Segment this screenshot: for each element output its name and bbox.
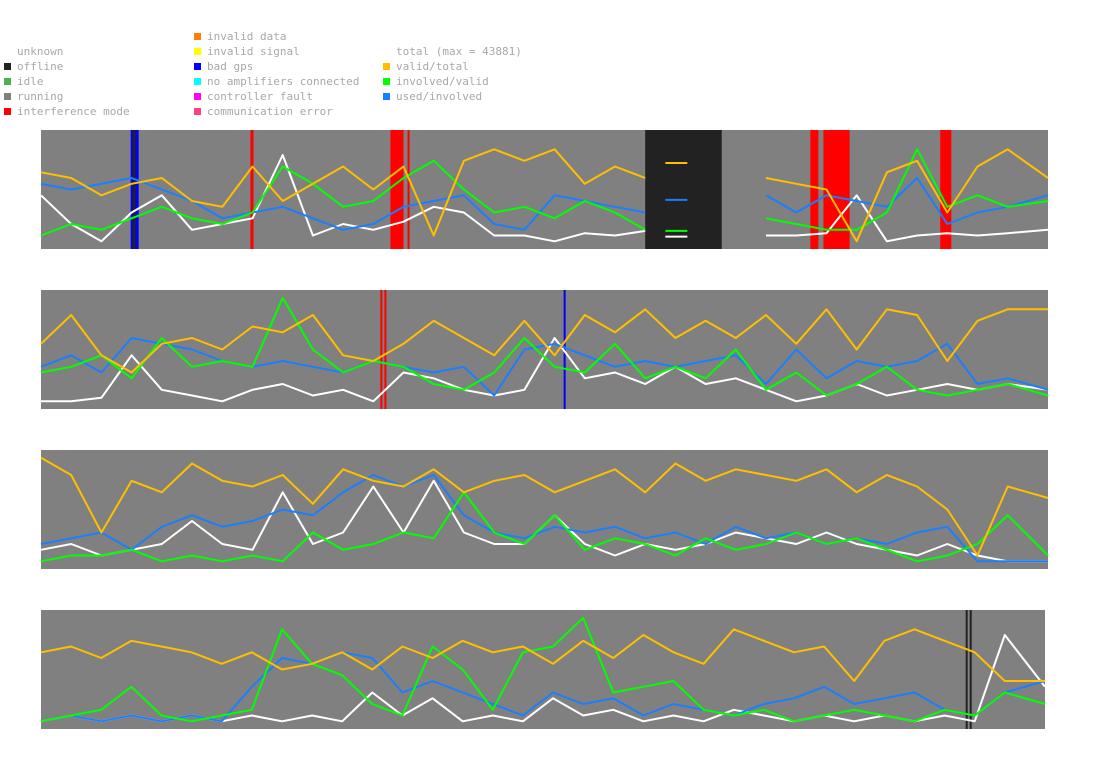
- chart-panel-3: [40, 450, 1049, 569]
- status-band: [250, 130, 254, 249]
- status-band: [969, 610, 972, 729]
- status-band: [390, 130, 404, 249]
- status-band: [810, 130, 819, 249]
- chart-panel-4: [40, 610, 1046, 729]
- chart-area: [40, 130, 1049, 729]
- chart-panel-2: [40, 290, 1049, 409]
- panel-background: [41, 610, 1045, 729]
- status-band: [380, 290, 383, 409]
- status-band: [132, 130, 136, 249]
- status-band: [965, 610, 968, 729]
- chart-panel-1: [40, 130, 1049, 249]
- status-band: [407, 130, 410, 249]
- status-band: [940, 130, 952, 249]
